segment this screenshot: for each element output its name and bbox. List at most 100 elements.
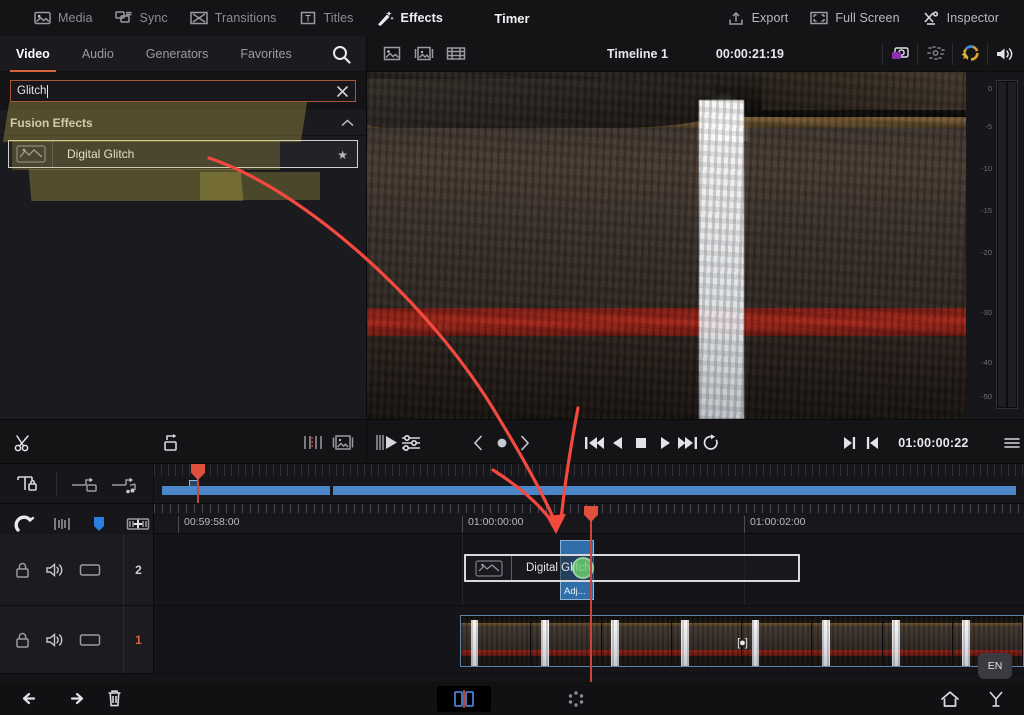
record-icon[interactable] (490, 428, 513, 458)
overview-playhead[interactable] (197, 476, 199, 503)
overview-clip-2[interactable] (333, 486, 1016, 495)
clip-link-icon: [●] (737, 637, 748, 649)
edit-mode-lock-icon[interactable] (12, 469, 42, 499)
redo-icon[interactable] (64, 691, 84, 707)
flags-icon[interactable] (298, 428, 328, 458)
topnav-transitions-label: Transitions (214, 11, 277, 25)
effect-item-digital-glitch[interactable]: Digital Glitch ★ (8, 140, 358, 168)
topnav-sync[interactable]: Sync (104, 0, 179, 36)
edit-page-icon[interactable] (565, 689, 587, 709)
topnav-media[interactable]: Media (22, 0, 104, 36)
bottom-right-buttons (940, 690, 1006, 708)
ruler-label-2: 01:00:00:00 (462, 516, 523, 533)
ruler-label-3: 01:00:02:00 (744, 516, 805, 533)
tab-generators[interactable]: Generators (130, 36, 225, 72)
trim-to-audio-icon[interactable] (109, 469, 139, 499)
topnav-inspector[interactable]: Inspector (911, 0, 1010, 36)
topnav-effects[interactable]: Effects (365, 0, 454, 36)
drag-ghost-digital-glitch[interactable]: Digital Glitch (464, 554, 800, 582)
stop-icon[interactable] (630, 428, 653, 458)
topnav-inspector-label: Inspector (946, 11, 999, 25)
lock-icon[interactable] (14, 631, 31, 649)
next-edit-icon[interactable] (513, 428, 536, 458)
play-icon[interactable] (653, 428, 676, 458)
cleanup-icon[interactable] (920, 41, 950, 67)
timeline-playhead[interactable] (590, 506, 592, 682)
transport-right-tools: 01:00:00:22 (367, 420, 1024, 465)
track-head-1[interactable]: 1 (0, 606, 154, 674)
audio-icon[interactable] (45, 632, 65, 648)
video-icon[interactable] (79, 563, 101, 577)
search-icon[interactable] (330, 43, 352, 65)
delete-icon[interactable] (106, 689, 123, 708)
topnav-export[interactable]: Export (716, 0, 800, 36)
track-1-controls (0, 631, 101, 649)
markers-thumb-icon[interactable] (328, 428, 358, 458)
home-icon[interactable] (940, 690, 960, 708)
effects-tab-bar: Video Audio Generators Favorites (0, 36, 366, 72)
audio-volume-icon[interactable] (990, 41, 1020, 67)
mark-in-icon[interactable] (861, 428, 884, 458)
track-body-1[interactable]: [●] (154, 606, 1024, 674)
snap-in-point-icon[interactable] (156, 428, 186, 458)
track-head-2[interactable]: 2 (0, 534, 154, 606)
options-menu-icon[interactable] (1001, 428, 1024, 458)
mark-out-icon[interactable] (837, 428, 860, 458)
video-icon[interactable] (79, 633, 101, 647)
ruler-label-1: 00:59:58:00 (178, 516, 239, 533)
search-input-value: Glitch (17, 85, 47, 97)
skip-to-end-icon[interactable] (677, 428, 700, 458)
topnav-titles[interactable]: T Titles (288, 0, 365, 36)
text-caret (47, 84, 49, 98)
topnav-effects-label: Effects (400, 11, 443, 25)
undo-icon[interactable] (22, 691, 42, 707)
fullscreen-icon (810, 10, 829, 26)
cut-page-icon[interactable] (437, 685, 491, 712)
clear-search-icon[interactable] (335, 84, 350, 99)
meter-label-20: -20 (981, 248, 992, 257)
snapshot-icon[interactable] (885, 41, 915, 67)
lock-icon[interactable] (14, 561, 31, 579)
color-wheel-icon[interactable] (955, 41, 985, 67)
fusion-effects-group-header[interactable]: Fusion Effects (0, 110, 366, 136)
effects-wand-icon (376, 10, 394, 26)
loop-icon[interactable] (700, 428, 723, 458)
topnav-fullscreen[interactable]: Full Screen (799, 0, 910, 36)
trim-to-video-icon[interactable] (69, 469, 99, 499)
tab-favorites[interactable]: Favorites (224, 36, 307, 72)
chevron-up-icon[interactable] (341, 118, 354, 127)
tab-video[interactable]: Video (0, 36, 66, 72)
meter-label-30: -30 (981, 308, 992, 317)
tab-audio[interactable]: Audio (66, 36, 130, 72)
transport-left-tools (0, 420, 367, 465)
overview-playhead-handle[interactable] (191, 464, 205, 480)
meter-label-10: -10 (981, 164, 992, 173)
overview-clip-1[interactable] (162, 486, 330, 495)
topnav-sync-label: Sync (139, 11, 168, 25)
search-input[interactable]: Glitch (10, 80, 356, 102)
viewer-video-area[interactable] (367, 72, 966, 419)
razor-icon[interactable] (10, 428, 40, 458)
zoom-fit-icon[interactable] (409, 41, 439, 67)
skip-to-start-icon[interactable] (583, 428, 606, 458)
prev-edit-icon[interactable] (466, 428, 489, 458)
favorite-star-icon[interactable]: ★ (337, 148, 348, 162)
settings-icon[interactable] (986, 690, 1006, 708)
tab-video-label: Video (16, 46, 50, 61)
davinci-resolve-window: Media Sync Transitions T Titles Effects … (0, 0, 1024, 715)
adjustment-clip-label: Adj... (564, 586, 586, 597)
audio-icon[interactable] (45, 562, 65, 578)
mixer-sliders-icon[interactable] (399, 428, 422, 458)
timeline-overview-strip[interactable] (154, 464, 1024, 504)
video-clip-waterfall[interactable]: [●] (460, 615, 1024, 667)
step-back-icon[interactable] (606, 428, 629, 458)
meter-label-40: -40 (981, 358, 992, 367)
language-badge[interactable]: EN (978, 653, 1012, 679)
insert-clip-icon[interactable] (375, 428, 399, 458)
timeline-view-icon[interactable] (441, 41, 471, 67)
track-body-2[interactable]: Adj... Digital Glitch (154, 534, 1024, 606)
tab-favorites-label: Favorites (240, 46, 292, 61)
viewer-mode-icon[interactable] (377, 41, 407, 67)
topnav-transitions[interactable]: Transitions (179, 0, 288, 36)
effects-library-panel: Video Audio Generators Favorites Glitch (0, 36, 367, 419)
